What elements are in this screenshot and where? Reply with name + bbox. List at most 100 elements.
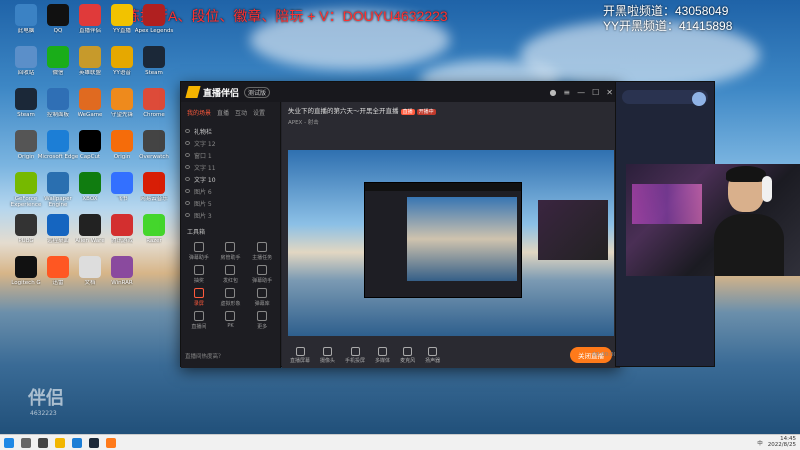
eye-icon[interactable] bbox=[185, 201, 190, 205]
stream-header: 失业下的直播的第六天～开黑全开直播 直播 开播中 APEX - 射击 bbox=[282, 102, 620, 128]
tool-item[interactable]: 房管助手 bbox=[215, 242, 247, 261]
eye-icon[interactable] bbox=[185, 129, 190, 133]
nested-titlebar bbox=[365, 183, 521, 191]
app-icon bbox=[47, 172, 69, 194]
ime-indicator[interactable]: 中 bbox=[757, 439, 763, 447]
eye-icon[interactable] bbox=[185, 189, 190, 193]
left-tab[interactable]: 设置 bbox=[253, 108, 265, 117]
stream-preview[interactable] bbox=[288, 150, 614, 336]
desktop-icon[interactable]: 网易云音乐 bbox=[132, 172, 176, 220]
scene-label: 图片 3 bbox=[194, 212, 212, 220]
tool-item[interactable]: 抽奖 bbox=[183, 265, 215, 284]
scene-item[interactable]: 文字 11 bbox=[185, 161, 276, 173]
desktop-icon-label: QQ bbox=[53, 28, 63, 34]
desktop-icon-label: YY直播 bbox=[113, 28, 131, 34]
eye-icon[interactable] bbox=[185, 177, 190, 181]
desktop-icon[interactable]: Apex Legends bbox=[132, 4, 176, 52]
scene-item[interactable]: 图片 3 bbox=[185, 209, 276, 221]
tool-icon bbox=[257, 311, 268, 321]
tool-label: PK bbox=[227, 323, 234, 329]
desktop-icon-label: 迅雷 bbox=[52, 280, 64, 286]
tool-label: 弹幕库 bbox=[254, 301, 270, 307]
scene-item[interactable]: 文字 10 bbox=[185, 173, 276, 185]
streaming-app-window[interactable]: 直播伴侣 测试版 ● ≡ — ☐ ✕ 我的场景 直播 互动 设置 礼物栏 文字 12 窗口… bbox=[180, 81, 621, 368]
tool-item[interactable]: 直播间 bbox=[183, 311, 215, 330]
avatar[interactable] bbox=[692, 92, 706, 106]
tool-item[interactable]: 弹幕助手 bbox=[246, 265, 278, 284]
maximize-button[interactable]: ☐ bbox=[592, 88, 599, 97]
tool-icon bbox=[193, 311, 204, 321]
eye-icon[interactable] bbox=[185, 213, 190, 217]
tool-item[interactable]: 弹幕库 bbox=[246, 288, 278, 307]
scene-item[interactable]: 图片 5 bbox=[185, 197, 276, 209]
explorer-icon[interactable] bbox=[55, 437, 65, 448]
app-icon bbox=[15, 214, 37, 236]
tool-icon bbox=[193, 265, 204, 275]
scene-item[interactable]: 窗口 1 bbox=[185, 149, 276, 161]
tool-icon bbox=[225, 265, 236, 275]
left-tab[interactable]: 直播 bbox=[217, 108, 229, 117]
scene-item[interactable]: 礼物栏 bbox=[185, 125, 276, 137]
watermark-id: 4632223 bbox=[30, 410, 57, 417]
desktop-icon-label: 网易云音乐 bbox=[140, 196, 168, 202]
desktop-icon-label: Steam bbox=[145, 70, 163, 76]
desktop-icon[interactable]: Steam bbox=[132, 46, 176, 94]
status-bar: 直播间热度高？ 00:00:00 bbox=[181, 352, 621, 360]
app-icon bbox=[143, 46, 165, 68]
stream-game[interactable]: APEX - 射击 bbox=[288, 118, 319, 126]
app-icon bbox=[143, 130, 165, 152]
steam-icon[interactable] bbox=[89, 437, 99, 448]
desktop-icon-label: 直播伴侣 bbox=[78, 28, 101, 34]
clock[interactable]: 14:45 2022/8/25 bbox=[768, 436, 796, 449]
minimize-button[interactable]: — bbox=[577, 88, 585, 97]
app-badge: 测试版 bbox=[244, 86, 271, 98]
tool-item[interactable]: 主播任务 bbox=[246, 242, 278, 261]
app-icon bbox=[143, 4, 165, 26]
start-icon[interactable] bbox=[4, 437, 14, 448]
desktop-icon[interactable]: WinRAR bbox=[100, 256, 144, 304]
streamer bbox=[714, 166, 784, 276]
app-titlebar[interactable]: 直播伴侣 测试版 ● ≡ — ☐ ✕ bbox=[181, 82, 619, 102]
desktop-icon-label: WeGame bbox=[77, 112, 103, 118]
desktop-icon-label: 此电脑 bbox=[17, 28, 35, 34]
app-icon bbox=[143, 172, 165, 194]
stream-tag: 直播 bbox=[400, 109, 415, 115]
system-tray: 中 14:45 2022/8/25 bbox=[757, 436, 796, 449]
edge-icon[interactable] bbox=[72, 437, 82, 448]
desktop-icon-label: Chrome bbox=[143, 112, 165, 118]
stream-title[interactable]: 失业下的直播的第六天～开黑全开直播 bbox=[288, 107, 399, 115]
app-icon bbox=[15, 130, 37, 152]
app-icon bbox=[79, 172, 101, 194]
menu-icon[interactable]: ≡ bbox=[563, 88, 570, 97]
avatar-icon[interactable]: ● bbox=[549, 88, 556, 97]
left-tab[interactable]: 我的场景 bbox=[187, 108, 211, 117]
desktop-icon-label: 英雄联盟 bbox=[78, 70, 101, 76]
tool-item[interactable]: 虚拟形象 bbox=[215, 288, 247, 307]
app-icon bbox=[47, 4, 69, 26]
task-view-icon[interactable] bbox=[38, 437, 48, 448]
desktop-icon[interactable]: Overwatch bbox=[132, 130, 176, 178]
tool-label: 弹幕助手 bbox=[188, 255, 209, 261]
tool-label: 录屏 bbox=[193, 301, 204, 307]
desktop-icon-label: 远程桌面 bbox=[46, 238, 69, 244]
tool-item[interactable]: 录屏 bbox=[183, 288, 215, 307]
search-icon[interactable] bbox=[21, 437, 31, 448]
tool-label: 发红包 bbox=[222, 278, 238, 284]
tool-label: 房管助手 bbox=[220, 255, 241, 261]
desktop-icon[interactable]: Razer bbox=[132, 214, 176, 262]
close-button[interactable]: ✕ bbox=[606, 88, 613, 97]
tool-item[interactable]: PK bbox=[215, 311, 247, 330]
tool-item[interactable]: 更多 bbox=[246, 311, 278, 330]
eye-icon[interactable] bbox=[185, 141, 190, 145]
left-tab[interactable]: 互动 bbox=[235, 108, 247, 117]
eye-icon[interactable] bbox=[185, 165, 190, 169]
streaming-app-icon[interactable] bbox=[106, 437, 116, 448]
scene-item[interactable]: 图片 6 bbox=[185, 185, 276, 197]
scene-item[interactable]: 文字 12 bbox=[185, 137, 276, 149]
tool-item[interactable]: 发红包 bbox=[215, 265, 247, 284]
tool-item[interactable]: 弹幕助手 bbox=[183, 242, 215, 261]
tool-icon bbox=[225, 288, 236, 298]
app-icon bbox=[79, 88, 101, 110]
desktop-icon[interactable]: Chrome bbox=[132, 88, 176, 136]
eye-icon[interactable] bbox=[185, 153, 190, 157]
